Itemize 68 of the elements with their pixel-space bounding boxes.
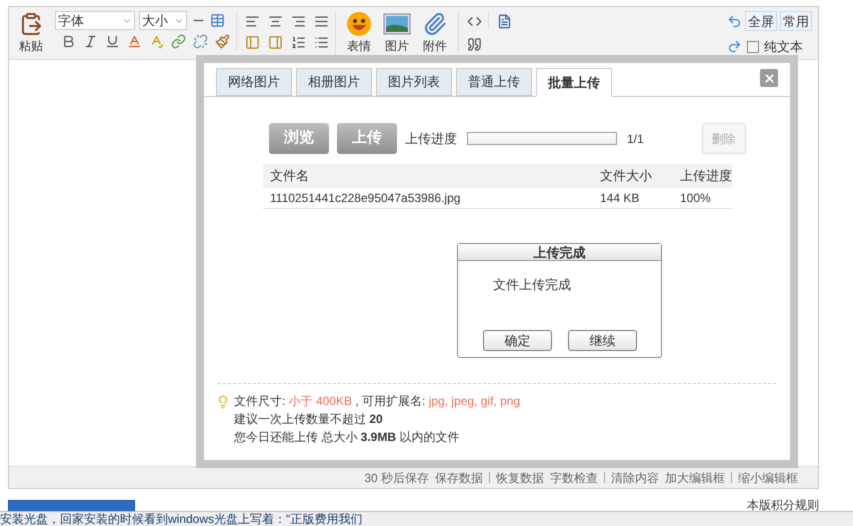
- tip-text: 文件尺寸: 小于 400KB , 可用扩展名: jpg, jpeg, gif, png: [234, 394, 520, 409]
- font-color-icon[interactable]: [127, 34, 142, 49]
- tip-text: 建议一次上传数量不超过 20: [234, 412, 384, 427]
- align-justify-icon[interactable]: [314, 14, 329, 29]
- rules-link[interactable]: 本版积分规则: [747, 496, 819, 514]
- table-cell-text: 1110251441c228e95047a53986.jpg: [269, 190, 462, 207]
- dialog-tab[interactable]: 普通上传: [456, 68, 532, 96]
- smiley-icon: [346, 11, 372, 37]
- bullet-list-icon[interactable]: [314, 35, 329, 50]
- toolbar-button[interactable]: 附件: [418, 11, 452, 55]
- status-link[interactable]: 字数检查: [550, 468, 598, 486]
- toolbar-text-button[interactable]: 常用: [780, 11, 812, 31]
- progress-count: 1/1: [627, 130, 644, 148]
- alert-button[interactable]: 继续: [568, 330, 637, 351]
- column-header: 文件名: [269, 167, 310, 186]
- italic-icon[interactable]: [83, 34, 98, 49]
- tip-text: 您今日还能上传 总大小 3.9MB 以内的文件: [234, 430, 460, 445]
- status-link[interactable]: 30 秒后保存: [364, 468, 429, 486]
- close-button[interactable]: [760, 69, 778, 87]
- redo-icon[interactable]: [727, 39, 742, 54]
- paste-button[interactable]: 粘贴: [13, 11, 49, 55]
- toolbar-button[interactable]: 图片: [380, 11, 414, 55]
- brush-icon[interactable]: [215, 34, 230, 49]
- progress-label: 上传进度: [405, 130, 457, 148]
- underline-icon[interactable]: [105, 34, 120, 49]
- alert-button[interactable]: 确定: [483, 330, 552, 351]
- font-select[interactable]: 字体: [55, 11, 135, 30]
- column-header: 上传进度: [680, 167, 732, 186]
- word-document-icon[interactable]: [497, 14, 512, 29]
- bold-icon[interactable]: [61, 34, 76, 49]
- table-cell-text: 100%: [680, 190, 712, 207]
- alert-title: 上传完成: [458, 244, 661, 261]
- align-left-icon[interactable]: [245, 14, 260, 29]
- clipboard-icon: [19, 11, 43, 37]
- table-cell-text: 144 KB: [600, 190, 640, 207]
- dialog-tab[interactable]: 批量上传: [536, 68, 612, 97]
- image-icon: [383, 13, 411, 35]
- table-icon[interactable]: [210, 13, 225, 28]
- status-link[interactable]: 缩小编辑框: [738, 468, 798, 486]
- status-link[interactable]: 清除内容: [611, 468, 659, 486]
- post-button[interactable]: [8, 500, 135, 512]
- status-link[interactable]: 加大编辑框: [665, 468, 725, 486]
- paperclip-icon: [423, 12, 447, 36]
- bottom-text: 安装光盘，回家安装的时候看到windows光盘上写着："正版费用我们: [0, 512, 362, 526]
- lightbulb-icon: [216, 395, 230, 409]
- link-icon[interactable]: [171, 34, 186, 49]
- status-link[interactable]: 保存数据: [435, 468, 483, 486]
- size-select[interactable]: 大小: [139, 11, 187, 30]
- toolbar-text-button[interactable]: 全屏: [745, 11, 777, 31]
- float-left-icon[interactable]: [245, 35, 260, 50]
- plain-text-checkbox[interactable]: [747, 40, 759, 53]
- unlink-icon[interactable]: [193, 34, 208, 49]
- toolbar-button[interactable]: 表情: [342, 11, 376, 55]
- float-right-icon[interactable]: [268, 35, 283, 50]
- plain-text-label: 纯文本: [764, 38, 803, 56]
- code-icon[interactable]: [467, 14, 482, 29]
- column-header: 文件大小: [600, 167, 653, 186]
- close-icon: [762, 72, 776, 84]
- align-right-icon[interactable]: [291, 14, 306, 29]
- align-center-icon[interactable]: [268, 14, 283, 29]
- dialog-tab[interactable]: 图片列表: [376, 68, 452, 96]
- alert-message: 文件上传完成: [493, 276, 572, 294]
- dialog-tab[interactable]: 网络图片: [216, 68, 292, 96]
- quote-icon[interactable]: [467, 37, 482, 52]
- dialog-tab[interactable]: 相册图片: [296, 68, 372, 96]
- ordered-list-icon[interactable]: [291, 35, 306, 50]
- undo-icon[interactable]: [727, 14, 742, 28]
- status-link[interactable]: 恢复数据: [496, 468, 544, 486]
